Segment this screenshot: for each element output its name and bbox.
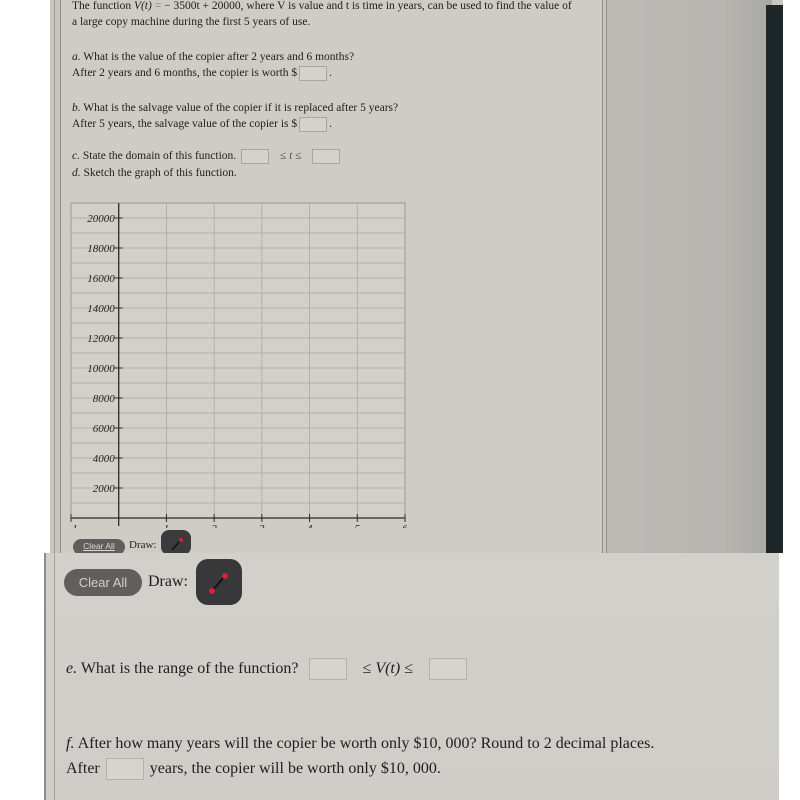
x-tick-label: 3 <box>258 523 265 528</box>
panel-border <box>54 0 55 553</box>
question-content: The function V(t) = − 3500t + 20000, whe… <box>60 0 603 555</box>
part-c-row: c. State the domain of this function. ≤ … <box>72 148 342 164</box>
range-lower-input[interactable] <box>308 658 347 681</box>
years-answer-input[interactable] <box>105 758 144 781</box>
part-b-answer-prefix: After 5 years, the salvage value of the … <box>72 118 298 130</box>
panel-border <box>54 553 55 800</box>
y-tick-label: 6000 <box>93 423 116 435</box>
line-segment-icon <box>171 538 183 551</box>
domain-lower-input[interactable] <box>241 148 270 164</box>
function-expression: − 3500t + 20000, where V is value and t … <box>164 0 572 12</box>
part-b-answer-suffix: . <box>329 118 332 130</box>
x-tick-label: 5 <box>355 523 361 528</box>
equals-sign: = <box>151 0 165 12</box>
graph-canvas[interactable]: 20000 18000 16000 14000 12000 10000 8000 6000 40… <box>69 200 407 528</box>
part-a-label: a. <box>72 51 81 63</box>
mini-draw-label: Draw: <box>129 539 157 551</box>
part-d-question-text: Sketch the graph of this function. <box>83 167 237 179</box>
part-a-question-text: What is the value of the copier after 2 … <box>83 51 355 63</box>
intro-prefix: The function <box>72 0 134 12</box>
line-segment-icon <box>209 573 228 594</box>
part-f-question-text: After how many years will the copier be … <box>77 735 655 752</box>
part-f-answer-row: After years, the copier will be worth onl… <box>66 758 441 781</box>
part-e-row: e. What is the range of the function? ≤ … <box>66 658 473 681</box>
y-tick-label: 14000 <box>87 303 115 315</box>
part-e-label: e. <box>66 660 78 677</box>
x-tick-label: -1 <box>69 523 78 528</box>
part-b-label: b. <box>72 102 81 114</box>
y-tick-label: 4000 <box>93 453 116 465</box>
mini-draw-line-button[interactable] <box>161 530 191 555</box>
part-f-answer-prefix: After <box>66 760 100 777</box>
dark-screen-edge <box>766 5 783 553</box>
domain-inequality: ≤ t ≤ <box>279 150 302 162</box>
part-b-question: b. What is the salvage value of the copi… <box>72 100 398 116</box>
range-upper-input[interactable] <box>428 658 467 681</box>
x-tick-label: 2 <box>211 523 217 528</box>
y-tick-label: 18000 <box>87 243 115 255</box>
intro-line-1: The function V(t) = − 3500t + 20000, whe… <box>72 0 572 14</box>
part-e-question-text: What is the range of the function? <box>80 660 299 677</box>
domain-upper-input[interactable] <box>312 148 341 164</box>
y-tick-label: 16000 <box>87 273 115 285</box>
function-name: V(t) <box>133 0 152 12</box>
intro-line-2: a large copy machine during the first 5 … <box>72 16 311 28</box>
x-tick-label: 1 <box>164 523 170 528</box>
right-side-panel <box>606 0 772 553</box>
y-tick-label: 2000 <box>93 483 116 495</box>
part-a-answer-prefix: After 2 years and 6 months, the copier i… <box>72 67 298 79</box>
line-endpoint-dot <box>222 573 228 579</box>
part-d-label: d. <box>72 167 81 179</box>
y-tick-label: 20000 <box>87 213 115 225</box>
y-tick-label: 12000 <box>87 333 115 345</box>
part-f-question: f. After how many years will the copier … <box>66 733 654 755</box>
y-tick-label: 10000 <box>87 363 115 375</box>
part-b-question-text: What is the salvage value of the copier … <box>83 102 399 114</box>
plot-frame <box>70 202 406 519</box>
part-a-answer-row: After 2 years and 6 months, the copier i… <box>72 65 332 81</box>
part-b-answer-row: After 5 years, the salvage value of the … <box>72 116 332 132</box>
part-d-row: d. Sketch the graph of this function. <box>72 165 237 181</box>
range-inequality: ≤ V(t) ≤ <box>362 660 413 677</box>
clear-all-button[interactable]: Clear All <box>64 569 142 596</box>
draw-label: Draw: <box>148 573 188 590</box>
part-a-question: a. What is the value of the copier after… <box>72 49 354 65</box>
lower-question-panel: Clear All Draw: e. What is the range of … <box>44 553 779 800</box>
draw-line-button[interactable] <box>196 559 242 605</box>
part-f-answer-suffix: years, the copier will be worth only $10… <box>149 760 441 777</box>
part-f-label: f. <box>66 735 75 752</box>
x-tick-label: 4 <box>307 523 313 528</box>
grid-layer <box>70 202 406 519</box>
x-tick-label: 6 <box>402 523 407 528</box>
graph-svg[interactable]: 2000018000160001400012000100008000600040… <box>69 200 407 528</box>
part-a-answer-suffix: . <box>329 67 333 79</box>
part-c-label: c. <box>72 150 80 162</box>
line-endpoint-dot <box>209 588 215 594</box>
part-a-answer-input[interactable] <box>299 65 328 81</box>
y-tick-label: 8000 <box>93 393 116 405</box>
part-b-answer-input[interactable] <box>299 116 328 132</box>
part-c-question-text: State the domain of this function. <box>82 150 237 162</box>
upper-question-panel: The function V(t) = − 3500t + 20000, whe… <box>50 0 783 555</box>
